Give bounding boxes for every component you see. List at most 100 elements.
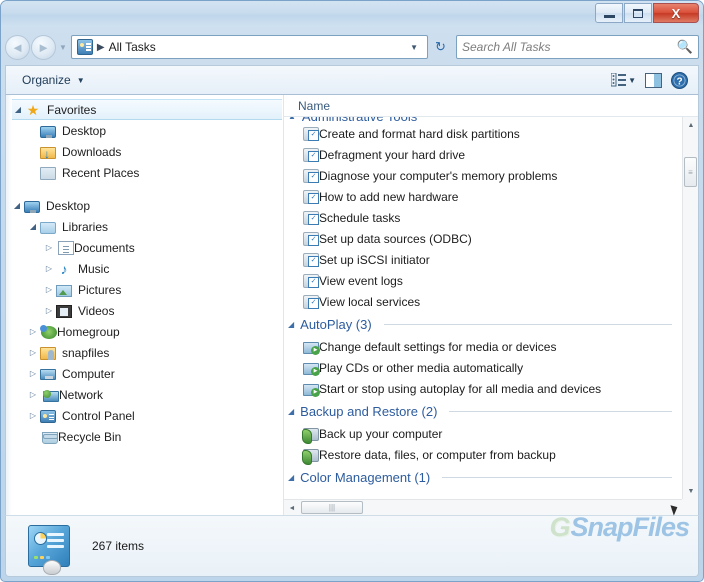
task-list-item[interactable]: View local services (284, 291, 682, 312)
task-list-item[interactable]: Defragment your hard drive (284, 144, 682, 165)
navigation-pane[interactable]: ◢★FavoritesDesktopDownloadsRecent Places… (6, 95, 284, 515)
task-list[interactable]: ▲ Administrative Tools Create and format… (284, 117, 682, 499)
task-list-item[interactable]: Back up your computer (284, 423, 682, 444)
expand-triangle-closed-icon[interactable]: ▷ (42, 285, 56, 294)
organize-button[interactable]: Organize ▼ (16, 70, 91, 90)
vertical-scrollbar[interactable]: ▲ ≡ ▼ (682, 117, 698, 499)
preview-pane-button[interactable] (645, 72, 662, 88)
search-input[interactable] (462, 40, 677, 54)
horizontal-scrollbar[interactable]: ◄ ||| ► (284, 499, 682, 515)
refresh-button[interactable]: ↻ (428, 35, 452, 59)
expand-triangle-open-icon[interactable]: ◢ (10, 201, 24, 210)
change-view-button[interactable]: ▼ (611, 73, 636, 87)
sidebar-item-desktop[interactable]: ◢ Desktop (6, 195, 283, 216)
sidebar-item-network[interactable]: ▷ Network (6, 384, 283, 405)
sidebar-item-favorites[interactable]: ◢ ★ Favorites (7, 99, 282, 120)
task-list-item[interactable]: Create and format hard disk partitions (284, 123, 682, 144)
sidebar-item-label: Music (78, 261, 110, 276)
task-list-item[interactable]: View event logs (284, 270, 682, 291)
sidebar-item-music[interactable]: ▷ ♪ Music (6, 258, 283, 279)
task-list-item[interactable]: Set up iSCSI initiator (284, 249, 682, 270)
task-list-item[interactable]: Play CDs or other media automatically (284, 357, 682, 378)
task-list-item[interactable]: Restore data, files, or computer from ba… (284, 444, 682, 465)
expand-triangle-open-icon[interactable]: ◢ (26, 222, 40, 231)
task-list-item[interactable]: Set up data sources (ODBC) (284, 228, 682, 249)
backup-icon (302, 449, 319, 465)
maximize-icon (633, 8, 643, 18)
minimize-icon (603, 14, 615, 18)
minimize-button[interactable] (595, 3, 623, 23)
expand-triangle-closed-icon[interactable]: ▷ (26, 327, 40, 336)
task-list-item[interactable]: How to add new hardware (284, 186, 682, 207)
expand-triangle-closed-icon[interactable]: ▷ (42, 264, 56, 273)
scroll-left-button[interactable]: ◄ (284, 500, 300, 515)
expand-triangle-closed-icon[interactable]: ▷ (26, 411, 40, 420)
expand-triangle-closed-icon[interactable]: ▷ (26, 348, 40, 357)
close-button[interactable]: X (653, 3, 699, 23)
maximize-button[interactable] (624, 3, 652, 23)
collapse-icon[interactable]: ▲ (288, 117, 296, 121)
sidebar-item-label: Libraries (62, 219, 109, 234)
task-list-item-label: View local services (319, 294, 421, 309)
sidebar-item-homegroup[interactable]: ▷ Homegroup (6, 321, 283, 342)
expand-triangle-open-icon[interactable]: ◢ (11, 105, 25, 114)
column-header-name[interactable]: Name (298, 99, 330, 113)
sidebar-item-computer[interactable]: ▷ Computer (6, 363, 283, 384)
address-bar[interactable]: ▶ All Tasks ▼ (70, 35, 428, 59)
group-header[interactable]: ◢ Color Management (1) (284, 465, 682, 489)
expand-triangle-closed-icon[interactable]: ▷ (26, 390, 40, 399)
star-icon: ★ (26, 101, 40, 118)
task-list-item[interactable]: Start or stop using autoplay for all med… (284, 378, 682, 399)
sidebar-item-libraries[interactable]: ◢ Libraries (6, 216, 283, 237)
sidebar-item-label: Pictures (78, 282, 122, 297)
group-header[interactable]: ◢ AutoPlay (3) (284, 312, 682, 336)
forward-button[interactable]: ► (31, 34, 56, 60)
scroll-down-button[interactable]: ▼ (683, 483, 698, 499)
sidebar-item-downloads[interactable]: Downloads (6, 141, 283, 162)
sidebar-item-recycle-bin[interactable]: Recycle Bin (6, 426, 283, 447)
task-list-item[interactable]: Schedule tasks (284, 207, 682, 228)
sidebar-item-pictures[interactable]: ▷ Pictures (6, 279, 283, 300)
sidebar-item-desktop[interactable]: Desktop (6, 120, 283, 141)
expand-triangle-closed-icon[interactable]: ▷ (42, 306, 56, 315)
history-dropdown-button[interactable]: ▼ (59, 43, 67, 52)
breadcrumb-path[interactable]: All Tasks (109, 40, 156, 54)
sidebar-item-recent-places[interactable]: Recent Places (6, 162, 283, 183)
monitor-icon (24, 200, 40, 213)
explorer-window: X ◄ ► ▼ ▶ All Tasks ▼ ↻ 🔍 Organize ▼ (0, 0, 704, 582)
back-button[interactable]: ◄ (5, 34, 30, 60)
sidebar-item-control-panel[interactable]: ▷ Control Panel (6, 405, 283, 426)
expand-triangle-closed-icon[interactable]: ▷ (42, 243, 56, 252)
scroll-up-button[interactable]: ▲ (683, 117, 698, 133)
control-panel-icon (76, 39, 93, 55)
search-box[interactable]: 🔍 (456, 35, 699, 59)
user-folder-icon (40, 347, 56, 360)
task-icon (303, 253, 319, 267)
music-icon: ♪ (60, 260, 68, 277)
horizontal-scroll-thumb[interactable]: ||| (301, 501, 363, 514)
column-header-row[interactable]: Name (284, 95, 698, 117)
toolbar-right-group: ▼ ? (611, 71, 698, 89)
chevron-down-icon[interactable]: ▼ (403, 43, 425, 52)
scrollbar-corner (682, 499, 698, 515)
vertical-scroll-thumb[interactable]: ≡ (684, 157, 697, 187)
chevron-down-icon[interactable]: ▼ (628, 76, 636, 85)
libraries-icon (40, 222, 56, 234)
task-icon (303, 127, 319, 141)
task-list-item[interactable]: Change default settings for media or dev… (284, 336, 682, 357)
task-list-item-label: Change default settings for media or dev… (319, 339, 557, 354)
group-header[interactable]: ◢ Backup and Restore (2) (284, 399, 682, 423)
task-icon (303, 148, 319, 162)
sidebar-item-snapfiles[interactable]: ▷ snapfiles (6, 342, 283, 363)
computer-icon (40, 369, 56, 380)
collapse-icon[interactable]: ◢ (288, 473, 294, 482)
sidebar-item-documents[interactable]: ▷ Documents (6, 237, 283, 258)
expand-triangle-closed-icon[interactable]: ▷ (26, 369, 40, 378)
collapse-icon[interactable]: ◢ (288, 320, 294, 329)
help-button[interactable]: ? (671, 71, 688, 89)
task-list-item[interactable]: Diagnose your computer's memory problems (284, 165, 682, 186)
group-header[interactable]: ▲ Administrative Tools (284, 117, 439, 123)
collapse-icon[interactable]: ◢ (288, 407, 294, 416)
sidebar-item-videos[interactable]: ▷ Videos (6, 300, 283, 321)
group-divider (442, 476, 672, 478)
